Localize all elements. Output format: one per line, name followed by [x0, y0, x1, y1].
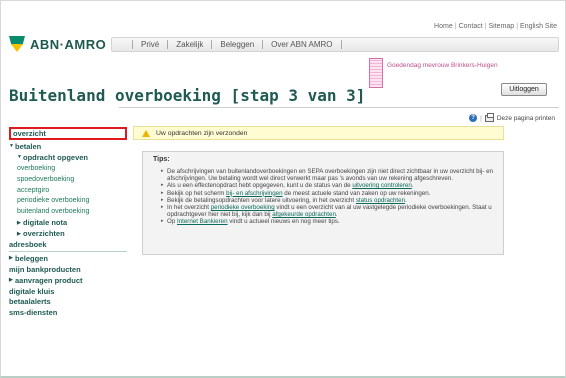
user-box: Goedendag mevrouw Brinkers-Huigen Uitlog…: [369, 58, 557, 98]
tip-text: Als u een effectenopdract hebt opgegeven…: [167, 182, 353, 190]
main-nav: Privé Zakelijk Beleggen Over ABN AMRO: [111, 37, 559, 52]
internet-bankieren-link[interactable]: Internet Bankieren: [177, 218, 228, 225]
nav-over-abn-amro[interactable]: Over ABN AMRO: [262, 40, 342, 49]
nav-zakelijk[interactable]: Zakelijk: [167, 40, 211, 49]
shield-logo-icon: [9, 36, 25, 52]
sitemap-link[interactable]: Sitemap: [489, 23, 515, 30]
bij-en-afschrijvingen-link[interactable]: bij- en afschrijvingen: [226, 190, 282, 197]
sidebar-item-address-book[interactable]: adresboek: [9, 239, 127, 250]
tip-text: .: [411, 182, 414, 190]
tip-text: de meest actuele stand van zaken op uw r…: [282, 189, 431, 197]
sidebar-item-order-give[interactable]: ▼ opdracht opgeven: [9, 152, 127, 163]
print-link[interactable]: Deze pagina printen: [497, 115, 555, 122]
help-icon[interactable]: ?: [469, 114, 478, 122]
sidebar-item-foreign-transfer[interactable]: buitenland overboeking: [9, 206, 127, 217]
page-tools: ? | Deze pagina printen: [469, 112, 555, 122]
tip-item: Als u een effectenopdract hebt opgegeven…: [161, 182, 493, 189]
sidebar-item-payments[interactable]: ▼ betalen: [9, 141, 127, 152]
tip-item: Op Internet Bankieren vindt u actueel ni…: [161, 218, 493, 225]
home-link[interactable]: Home: [434, 23, 453, 30]
sidebar-item-label: opdracht opgeven: [23, 152, 89, 162]
tip-item: Bekijk de betalingsopdrachten voor later…: [161, 197, 493, 204]
sidebar-item-payment-alerts[interactable]: betaalalerts: [9, 296, 127, 307]
tip-text: In het overzicht: [167, 204, 211, 212]
nav-beleggen[interactable]: Beleggen: [211, 40, 262, 49]
tip-text: Bekijk op het scherm: [167, 189, 227, 197]
tip-text: vindt u actueel nieuws en nog meer tips.: [227, 218, 340, 226]
warning-icon: [142, 129, 150, 137]
sidebar-item-transfer[interactable]: overboeking: [9, 163, 127, 174]
tip-item: Bekijk op het scherm bij- en afschrijvin…: [161, 190, 493, 197]
sidebar-divider: [9, 250, 127, 252]
sidebar-item-my-products[interactable]: mijn bankproducten: [9, 264, 127, 275]
top-links: Home | Contact | Sitemap | English Site: [434, 23, 557, 30]
page-frame: Home | Contact | Sitemap | English Site ABN·AM…: [0, 0, 566, 378]
sidebar-item-label: digitale nota: [23, 218, 68, 228]
print-icon[interactable]: [484, 112, 494, 122]
tip-item: In het overzicht periodieke overboeking …: [161, 204, 493, 218]
sidebar-item-acceptgiro[interactable]: acceptgiro: [9, 185, 127, 196]
abn-amro-logo[interactable]: ABN·AMRO: [9, 35, 106, 53]
tip-text: Op: [167, 218, 177, 226]
tips-box: Tips: De afschrijvingen van buitenlandov…: [142, 151, 504, 255]
sidebar-item-periodic-transfer[interactable]: periodieke overboeking: [9, 195, 127, 206]
contact-link[interactable]: Contact: [459, 23, 483, 30]
sidebar-item-label: betalen: [15, 141, 42, 151]
sidebar-item-digital-note[interactable]: ▶ digitale nota: [9, 217, 127, 228]
tip-text: .: [335, 211, 338, 219]
logout-button[interactable]: Uitloggen: [501, 83, 547, 96]
tips-list: De afschrijvingen van buitenlandoverboek…: [153, 168, 493, 226]
afgekeurde-opdrachten-link[interactable]: afgekeurde opdrachten: [272, 211, 336, 218]
sidebar-item-digital-vault[interactable]: digitale kluis: [9, 286, 127, 297]
uitvoering-controleren-link[interactable]: uitvoering controleren: [352, 182, 412, 189]
door-icon: [369, 58, 383, 88]
english-site-link[interactable]: English Site: [520, 23, 557, 30]
status-opdrachten-link[interactable]: status opdrachten: [356, 197, 405, 204]
page-title: Buitenland overboeking [stap 3 van 3]: [9, 86, 366, 105]
tip-item: De afschrijvingen van buitenlandoverboek…: [161, 168, 493, 182]
nav-prive[interactable]: Privé: [132, 40, 167, 49]
logo-text: ABN·AMRO: [30, 36, 107, 52]
success-notice: Uw opdrachten zijn verzonden: [133, 126, 504, 140]
sidebar-item-label: overzichten: [23, 229, 65, 239]
sidebar-item-invest[interactable]: ▶ beleggen: [9, 253, 127, 264]
tips-title: Tips:: [153, 156, 170, 163]
greeting-text: Goedendag mevrouw Brinkers-Huigen: [387, 62, 498, 69]
sidebar-item-label: beleggen: [15, 253, 48, 263]
sidebar-item-express-transfer[interactable]: spoedoverboeking: [9, 174, 127, 185]
tip-text: Bekijk de betalingsopdrachten voor later…: [167, 196, 356, 204]
sidebar-item-overview[interactable]: overzicht: [9, 127, 127, 140]
sidebar-item-overviews[interactable]: ▶ overzichten: [9, 228, 127, 239]
sidebar: overzicht ▼ betalen ▼ opdracht opgeven ove…: [9, 127, 127, 318]
sidebar-item-label: aanvragen product: [15, 275, 83, 285]
sidebar-item-sms-services[interactable]: sms-diensten: [9, 307, 127, 318]
tip-text: De afschrijvingen van buitenlandoverboek…: [167, 168, 493, 183]
title-divider: [119, 107, 559, 108]
sidebar-item-apply-product[interactable]: ▶ aanvragen product: [9, 275, 127, 286]
tip-text: .: [405, 196, 407, 204]
periodieke-overboeking-link[interactable]: periodieke overboeking: [211, 204, 275, 211]
notice-text: Uw opdrachten zijn verzonden: [156, 129, 248, 137]
